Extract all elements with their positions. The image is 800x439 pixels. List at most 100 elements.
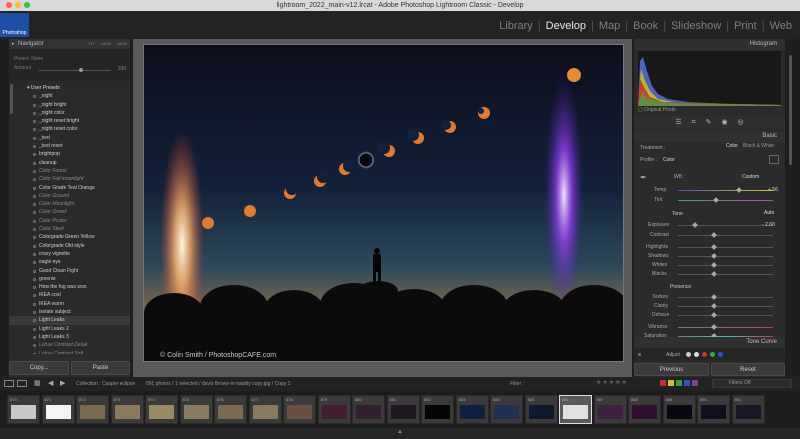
clarity-knob[interactable] bbox=[711, 303, 717, 309]
preset-item[interactable]: _night bbox=[9, 92, 130, 100]
amount-slider-track[interactable] bbox=[39, 70, 111, 71]
filmstrip-thumbnail[interactable]: 880 bbox=[352, 395, 385, 424]
contrast-knob[interactable] bbox=[711, 232, 717, 238]
grid-view-icon[interactable]: ▦ bbox=[34, 379, 41, 387]
reset-button[interactable]: Reset bbox=[711, 363, 785, 376]
exposure-knob[interactable] bbox=[692, 222, 698, 228]
collection-label[interactable]: Collection : Casper eclipse bbox=[76, 381, 135, 387]
preset-item[interactable]: Color Forest bbox=[9, 167, 130, 175]
nav-size-100[interactable]: 100% bbox=[101, 39, 111, 49]
profile-browser-icon[interactable] bbox=[769, 155, 779, 164]
channel-blue-icon[interactable] bbox=[718, 352, 723, 357]
bottom-panel-toggle[interactable]: ▲ bbox=[0, 428, 800, 439]
preset-item[interactable]: IKEA cool bbox=[9, 291, 130, 299]
preset-item[interactable]: IKEA warm bbox=[9, 300, 130, 308]
channel-red-icon[interactable] bbox=[702, 352, 707, 357]
dehaze-knob[interactable] bbox=[711, 312, 717, 318]
blacks-knob[interactable] bbox=[711, 271, 717, 277]
preset-item[interactable]: Color Grade Teal Orange bbox=[9, 184, 130, 192]
preset-item[interactable]: crazy vignette bbox=[9, 250, 130, 258]
filmstrip-thumbnail[interactable]: 875 bbox=[179, 395, 213, 424]
presets-scrollbar[interactable] bbox=[10, 84, 13, 114]
basic-header[interactable]: Basic bbox=[634, 131, 785, 142]
filmstrip-thumbnail[interactable]: 870 bbox=[7, 395, 40, 424]
preset-item[interactable]: _night reset color bbox=[9, 125, 130, 133]
filmstrip-thumbnail[interactable]: 877 bbox=[248, 395, 282, 424]
module-web[interactable]: Web bbox=[770, 20, 792, 32]
preset-item[interactable]: _night bright bbox=[9, 101, 130, 109]
label-yellow-filter[interactable] bbox=[668, 380, 674, 386]
highlights-slider[interactable] bbox=[678, 247, 773, 248]
rating-filter-stars[interactable]: ★★★★★ bbox=[596, 379, 628, 386]
filmstrip-thumbnail[interactable]: 884 bbox=[490, 395, 523, 424]
whites-knob[interactable] bbox=[711, 262, 717, 268]
shadows-knob[interactable] bbox=[711, 253, 717, 259]
right-panel-scrollbar[interactable] bbox=[789, 55, 792, 165]
filmstrip-thumbnail[interactable]: 886 bbox=[559, 395, 592, 424]
highlights-knob[interactable] bbox=[711, 244, 717, 250]
red-eye-icon[interactable]: ◉ bbox=[721, 116, 727, 129]
preset-item[interactable]: Color Ground bbox=[9, 192, 130, 200]
nav-size-200[interactable]: 200% bbox=[117, 39, 127, 49]
channel-point-icon[interactable] bbox=[686, 352, 691, 357]
treatment-color-option[interactable]: Color bbox=[726, 143, 738, 149]
preset-item[interactable]: Lohse Contrast Soft bbox=[9, 350, 130, 354]
shadows-slider[interactable] bbox=[678, 256, 773, 257]
filmstrip-thumbnail[interactable]: 888 bbox=[628, 395, 661, 424]
texture-knob[interactable] bbox=[711, 294, 717, 300]
preset-item[interactable]: Color Steel bbox=[9, 225, 130, 233]
selection-info[interactable]: 891 photos / 1 selected / davis Brown-in… bbox=[146, 381, 290, 387]
module-slideshow[interactable]: Slideshow bbox=[671, 20, 721, 32]
filmstrip-thumbnail[interactable]: 890 bbox=[697, 395, 730, 424]
label-green-filter[interactable] bbox=[676, 380, 682, 386]
preset-item[interactable]: brightpop bbox=[9, 150, 130, 158]
module-library[interactable]: Library bbox=[499, 20, 533, 32]
wb-eyedropper-icon[interactable]: ✒ bbox=[640, 173, 647, 182]
filmstrip-thumbnail[interactable]: 889 bbox=[662, 395, 696, 424]
photo-eclipse[interactable]: © Colin Smith / PhotoshopCAFE.com bbox=[143, 44, 624, 362]
filmstrip-thumbnail[interactable]: 887 bbox=[593, 395, 627, 424]
tone-auto-button[interactable]: Auto bbox=[764, 210, 774, 216]
profile-value[interactable]: Color bbox=[663, 157, 675, 163]
histogram-header[interactable]: Histogram bbox=[634, 39, 785, 50]
preset-item[interactable]: Color Moonlight bbox=[9, 200, 130, 208]
clarity-slider[interactable] bbox=[678, 306, 773, 307]
tone-curve-header[interactable]: Tone Curve bbox=[634, 337, 785, 348]
preset-item[interactable]: Light Leaks 3 bbox=[9, 333, 130, 341]
preset-item[interactable]: isolate subject bbox=[9, 308, 130, 316]
preset-item[interactable]: cleanup bbox=[9, 159, 130, 167]
preset-item[interactable]: greenie bbox=[9, 275, 130, 283]
preset-item[interactable]: Colorgrade Green Yellow bbox=[9, 233, 130, 241]
paste-settings-button[interactable]: Paste bbox=[71, 361, 130, 375]
filmstrip-thumbnail[interactable]: 872 bbox=[76, 395, 109, 424]
preset-item[interactable]: _night color bbox=[9, 109, 130, 117]
filmstrip-thumbnail[interactable]: 882 bbox=[421, 395, 454, 424]
window-controls[interactable] bbox=[6, 2, 30, 8]
second-window-icon[interactable] bbox=[17, 380, 27, 387]
blacks-slider[interactable] bbox=[678, 274, 773, 275]
main-window-icon[interactable] bbox=[4, 380, 14, 387]
label-red-filter[interactable] bbox=[660, 380, 666, 386]
temp-slider[interactable] bbox=[678, 190, 773, 191]
preset-item[interactable]: Colorgrade Old style bbox=[9, 242, 130, 250]
preset-item[interactable]: How the fog was won bbox=[9, 283, 130, 291]
back-arrow-icon[interactable]: ◀ bbox=[48, 379, 53, 387]
nav-size-fit[interactable]: FIT bbox=[89, 39, 95, 49]
preset-item[interactable]: Color Orwell bbox=[9, 208, 130, 216]
tint-slider[interactable] bbox=[678, 200, 773, 201]
healing-brush-icon[interactable]: ✎ bbox=[706, 116, 712, 129]
zoom-window-icon[interactable] bbox=[24, 2, 30, 8]
mask-icon[interactable]: ◙ bbox=[638, 349, 641, 361]
filmstrip-thumbnail[interactable]: 873 bbox=[110, 395, 144, 424]
preset-item[interactable]: Light Leaks 2 bbox=[9, 325, 130, 333]
module-map[interactable]: Map bbox=[599, 20, 620, 32]
filter-select[interactable]: Filters Off bbox=[712, 379, 792, 388]
treatment-bw-option[interactable]: Black & White bbox=[743, 143, 774, 149]
filmstrip-thumbnail[interactable]: 881 bbox=[386, 395, 420, 424]
preset-item[interactable]: _test bbox=[9, 134, 130, 142]
filmstrip-thumbnail[interactable]: 885 bbox=[524, 395, 558, 424]
disclosure-triangle-icon[interactable]: ▸ bbox=[12, 39, 15, 49]
tint-knob[interactable] bbox=[713, 197, 719, 203]
temp-knob[interactable] bbox=[736, 187, 742, 193]
crop-icon[interactable]: ⌗ bbox=[692, 116, 696, 129]
